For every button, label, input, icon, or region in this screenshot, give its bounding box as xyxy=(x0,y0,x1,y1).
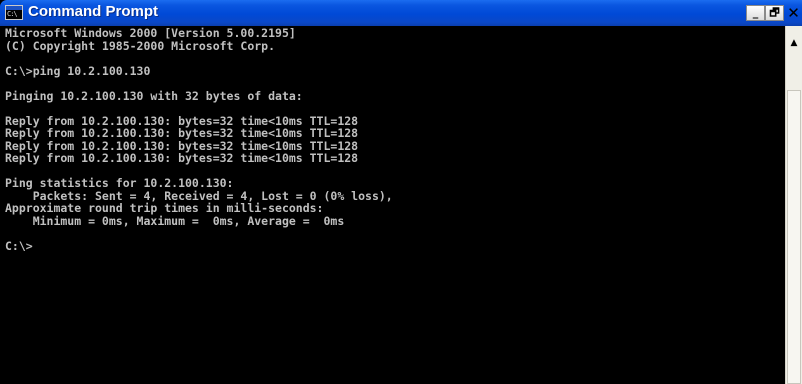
console-line: Minimum = 0ms, Maximum = 0ms, Average = … xyxy=(5,213,345,228)
restore-icon: 🗗 xyxy=(769,6,780,19)
console-line: C:\> xyxy=(5,238,33,253)
maximize-button[interactable]: 🗗 xyxy=(765,5,784,21)
console-text: Microsoft Windows 2000 [Version 5.00.219… xyxy=(0,26,785,252)
console-line: Reply from 10.2.100.130: bytes=32 time<1… xyxy=(5,151,359,165)
console-icon-label: C:\ xyxy=(7,10,18,18)
command-prompt-window: C:\ Command Prompt _ 🗗 ✕ Microsoft Windo… xyxy=(0,0,802,384)
scroll-up-arrow-icon[interactable]: ▲ xyxy=(787,36,801,50)
scroll-thumb[interactable] xyxy=(787,90,801,384)
vertical-scrollbar[interactable]: ▲ xyxy=(785,26,802,384)
close-icon: ✕ xyxy=(787,4,800,22)
window-title: Command Prompt xyxy=(28,3,159,20)
title-bar[interactable]: C:\ Command Prompt _ 🗗 ✕ xyxy=(0,0,802,26)
minimize-button[interactable]: _ xyxy=(746,5,765,21)
close-button[interactable]: ✕ xyxy=(785,5,802,21)
console-line: Pinging 10.2.100.130 with 32 bytes of da… xyxy=(5,88,303,103)
console-output[interactable]: Microsoft Windows 2000 [Version 5.00.219… xyxy=(0,26,785,384)
console-icon[interactable]: C:\ xyxy=(5,5,23,20)
console-line: (C) Copyright 1985-2000 Microsoft Corp. xyxy=(5,38,276,53)
minimize-icon: _ xyxy=(752,6,759,19)
console-line: C:\>ping 10.2.100.130 xyxy=(5,63,151,78)
